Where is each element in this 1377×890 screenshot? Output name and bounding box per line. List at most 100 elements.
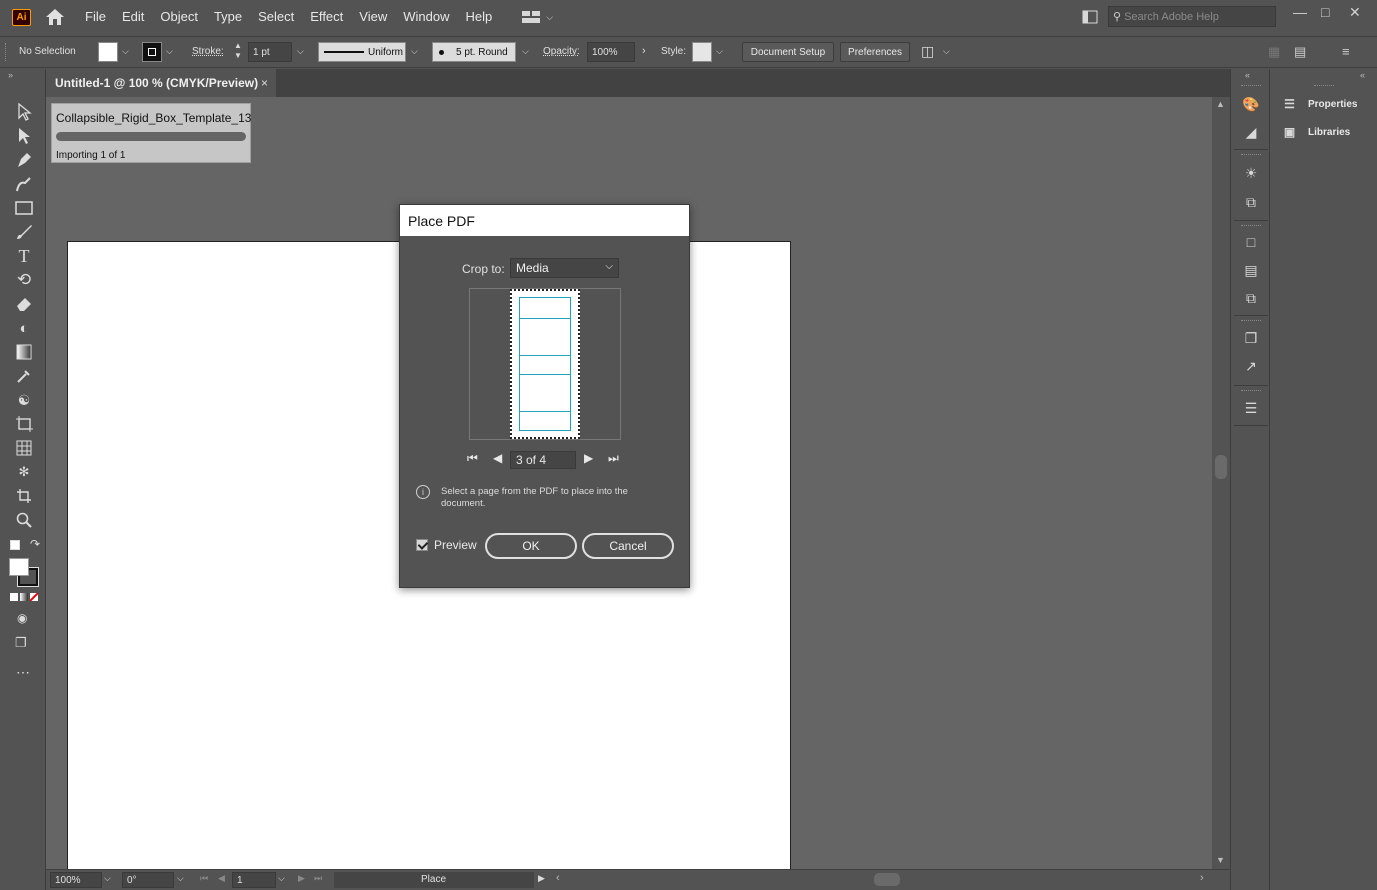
default-colors-icon[interactable]: [10, 540, 20, 550]
scroll-down-icon[interactable]: ▼: [1216, 855, 1225, 865]
paintbrush-icon[interactable]: [12, 222, 36, 242]
chevron-down-icon[interactable]: ⌵: [177, 873, 184, 884]
artboards-panel-icon[interactable]: ❐: [1241, 329, 1261, 347]
swap-colors-icon[interactable]: ↷: [30, 537, 40, 551]
chevron-right-icon[interactable]: ▶: [538, 873, 545, 884]
panel-toggle-icon[interactable]: [1082, 10, 1098, 24]
artboard-icon[interactable]: [12, 414, 36, 434]
graphic-styles-icon[interactable]: ⧉: [1241, 193, 1261, 211]
transform-panel-icon[interactable]: □: [1241, 233, 1261, 251]
vertical-scrollbar[interactable]: ▲ ▼: [1212, 97, 1230, 869]
opacity-field[interactable]: 100%: [587, 42, 635, 62]
horizontal-scrollbar-thumb[interactable]: [874, 873, 900, 886]
crop-select[interactable]: Media ⌵: [510, 258, 619, 278]
gradient-panel-icon[interactable]: ◢: [1241, 123, 1261, 141]
pathfinder-icon[interactable]: ⧉: [1241, 289, 1261, 307]
workspace-switcher[interactable]: ⌵: [522, 11, 553, 23]
eyedropper-icon[interactable]: [12, 366, 36, 386]
document-tab[interactable]: Untitled-1 @ 100 % (CMYK/Preview) ×: [46, 69, 276, 97]
home-icon[interactable]: [45, 8, 65, 26]
chevron-down-icon[interactable]: ⌵: [297, 46, 304, 57]
blend-icon[interactable]: ☯: [12, 390, 36, 410]
chevron-down-icon[interactable]: ⌵: [104, 873, 111, 884]
arrange-icon[interactable]: ◫: [921, 43, 934, 60]
stroke-swatch[interactable]: [142, 42, 162, 62]
profile-select[interactable]: Uniform: [318, 42, 406, 62]
menu-object[interactable]: Object: [152, 0, 206, 34]
panel-menu-icon[interactable]: ≡: [1342, 44, 1350, 59]
rotate-icon[interactable]: ⟲: [12, 270, 36, 290]
artboard-field[interactable]: 1: [232, 872, 276, 888]
appearance-panel-icon[interactable]: ☀: [1241, 164, 1261, 182]
stroke-label[interactable]: Stroke:: [192, 46, 224, 57]
properties-tab[interactable]: ☰ Properties: [1281, 97, 1357, 111]
curvature-icon[interactable]: [12, 174, 36, 194]
chevron-right-icon[interactable]: ›: [642, 45, 646, 57]
distribute-icon[interactable]: ▤: [1294, 44, 1306, 60]
document-setup-button[interactable]: Document Setup: [742, 42, 834, 62]
chevron-down-icon[interactable]: ⌵: [716, 46, 723, 57]
menu-edit[interactable]: Edit: [114, 0, 152, 34]
menu-window[interactable]: Window: [395, 0, 457, 34]
pen-icon[interactable]: [12, 150, 36, 170]
menu-effect[interactable]: Effect: [302, 0, 351, 34]
menu-select[interactable]: Select: [250, 0, 302, 34]
more-tools-icon[interactable]: ⋯: [16, 664, 31, 681]
screen-mode-icon[interactable]: ❐: [15, 635, 27, 651]
scroll-left-icon[interactable]: ‹: [556, 872, 560, 884]
menu-help[interactable]: Help: [457, 0, 500, 34]
symbol-sprayer-icon[interactable]: ✻: [12, 462, 36, 482]
page-field[interactable]: 3 of 4: [510, 451, 576, 469]
layers-panel-icon[interactable]: ☰: [1241, 399, 1261, 417]
collapse-icon[interactable]: »: [8, 70, 13, 80]
search-help-input[interactable]: ⚲ Search Adobe Help: [1108, 6, 1276, 27]
ok-button[interactable]: OK: [485, 533, 577, 559]
brush-select[interactable]: 5 pt. Round: [432, 42, 516, 62]
align-panel-icon[interactable]: ▤: [1241, 261, 1261, 279]
direct-selection-icon[interactable]: [12, 126, 36, 146]
collapse-icon[interactable]: «: [1245, 70, 1250, 80]
style-swatch[interactable]: [692, 42, 712, 62]
asset-export-icon[interactable]: ↗: [1241, 357, 1261, 375]
chevron-down-icon[interactable]: ⌵: [522, 46, 529, 57]
selection-icon[interactable]: [12, 102, 36, 122]
chevron-down-icon[interactable]: ⌵: [122, 46, 129, 57]
close-window-icon[interactable]: ✕: [1349, 4, 1361, 21]
chevron-down-icon[interactable]: ⌵: [166, 46, 173, 57]
color-panel-icon[interactable]: 🎨: [1241, 95, 1261, 113]
minimize-icon[interactable]: —: [1293, 4, 1307, 20]
shape-builder-icon[interactable]: ◐: [12, 318, 36, 338]
draw-mode-icon[interactable]: ◉: [17, 611, 27, 625]
stepper-icon[interactable]: ▲ ▼: [234, 41, 242, 61]
graph-icon[interactable]: [12, 438, 36, 458]
stroke-weight-field[interactable]: 1 pt: [248, 42, 292, 62]
rectangle-icon[interactable]: [12, 198, 36, 218]
last-page-icon[interactable]: ⏭: [608, 451, 619, 466]
menu-view[interactable]: View: [351, 0, 395, 34]
scrollbar-thumb[interactable]: [1215, 455, 1227, 479]
menu-type[interactable]: Type: [206, 0, 250, 34]
collapse-icon[interactable]: «: [1360, 70, 1365, 80]
first-page-icon[interactable]: ⏮: [467, 451, 478, 466]
opacity-label[interactable]: Opacity:: [543, 46, 580, 57]
fill-color-box[interactable]: [9, 558, 29, 576]
prev-page-icon[interactable]: ◀: [493, 451, 502, 465]
eraser-icon[interactable]: [12, 294, 36, 314]
type-icon[interactable]: T: [12, 246, 36, 266]
gradient-icon[interactable]: [12, 342, 36, 362]
chevron-down-icon[interactable]: ⌵: [278, 873, 285, 884]
zoom-field[interactable]: 100%: [50, 872, 102, 888]
close-tab-icon[interactable]: ×: [261, 76, 268, 90]
chevron-down-icon[interactable]: ⌵: [943, 46, 950, 57]
chevron-down-icon[interactable]: ⌵: [411, 46, 418, 57]
menu-file[interactable]: File: [77, 0, 114, 34]
crop-icon[interactable]: [12, 486, 36, 506]
fill-swatch[interactable]: [98, 42, 118, 62]
scroll-up-icon[interactable]: ▲: [1216, 99, 1225, 109]
preview-checkbox[interactable]: Preview: [416, 538, 477, 552]
preferences-button[interactable]: Preferences: [840, 42, 910, 62]
next-page-icon[interactable]: ▶: [584, 451, 593, 465]
libraries-tab[interactable]: ▣ Libraries: [1281, 125, 1350, 139]
zoom-icon[interactable]: [12, 510, 36, 530]
scroll-right-icon[interactable]: ›: [1200, 872, 1204, 884]
